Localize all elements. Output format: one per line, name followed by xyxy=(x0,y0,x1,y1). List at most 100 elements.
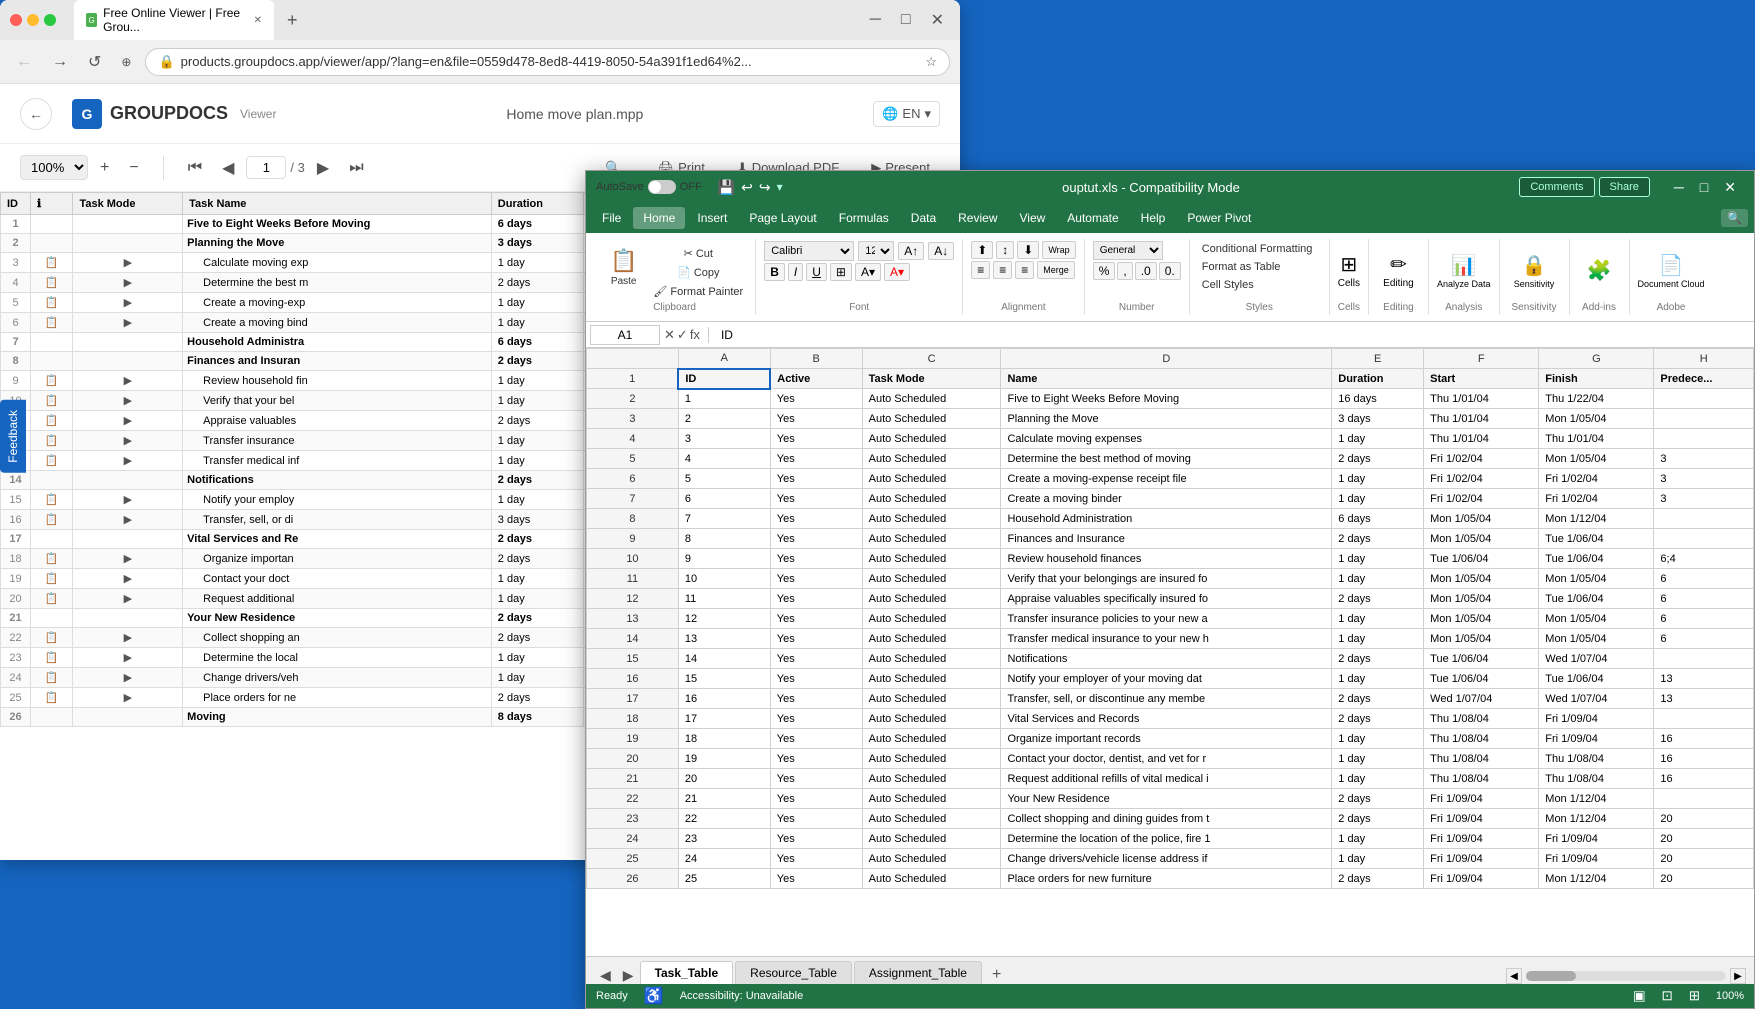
cell-B9[interactable]: Yes xyxy=(770,529,862,549)
cell-G21[interactable]: Thu 1/08/04 xyxy=(1539,769,1654,789)
cell-F14[interactable]: Mon 1/05/04 xyxy=(1424,629,1539,649)
cell-H7[interactable]: 3 xyxy=(1654,489,1754,509)
cell-E23[interactable]: 2 days xyxy=(1332,809,1424,829)
cell-A2[interactable]: 1 xyxy=(678,389,770,409)
language-selector[interactable]: 🌐 EN ▾ xyxy=(873,101,940,127)
customize-qat-icon[interactable]: ▾ xyxy=(777,180,783,194)
cell-B3[interactable]: Yes xyxy=(770,409,862,429)
cell-A24[interactable]: 23 xyxy=(678,829,770,849)
cell-E3[interactable]: 3 days xyxy=(1332,409,1424,429)
format-as-table-button[interactable]: Format as Table xyxy=(1198,259,1321,275)
cell-H12[interactable]: 6 xyxy=(1654,589,1754,609)
col-header-G[interactable]: G xyxy=(1539,349,1654,369)
cell-F22[interactable]: Fri 1/09/04 xyxy=(1424,789,1539,809)
fill-color-button[interactable]: A▾ xyxy=(855,263,881,281)
cell-E8[interactable]: 6 days xyxy=(1332,509,1424,529)
cell-A22[interactable]: 21 xyxy=(678,789,770,809)
cell-E5[interactable]: 2 days xyxy=(1332,449,1424,469)
cell-D5[interactable]: Determine the best method of moving xyxy=(1001,449,1332,469)
cell-F15[interactable]: Tue 1/06/04 xyxy=(1424,649,1539,669)
cell-G24[interactable]: Fri 1/09/04 xyxy=(1539,829,1654,849)
number-format-select[interactable]: General xyxy=(1093,241,1163,260)
bookmark-icon[interactable]: ☆ xyxy=(925,54,937,70)
cell-A20[interactable]: 19 xyxy=(678,749,770,769)
bold-button[interactable]: B xyxy=(764,263,785,281)
cell-C24[interactable]: Auto Scheduled xyxy=(862,829,1001,849)
cell-H18[interactable] xyxy=(1654,709,1754,729)
cell-G12[interactable]: Tue 1/06/04 xyxy=(1539,589,1654,609)
cell-D3[interactable]: Planning the Move xyxy=(1001,409,1332,429)
cell-A6[interactable]: 5 xyxy=(678,469,770,489)
comments-button[interactable]: Comments xyxy=(1519,177,1594,197)
col-header-B[interactable]: B xyxy=(770,349,862,369)
sheet-tab-resource-table[interactable]: Resource_Table xyxy=(735,961,852,984)
horizontal-scrollbar[interactable] xyxy=(1526,971,1726,981)
cell-H26[interactable]: 20 xyxy=(1654,869,1754,889)
paste-button[interactable]: 📋 Paste xyxy=(602,241,645,293)
menu-review[interactable]: Review xyxy=(948,207,1007,229)
cell-G20[interactable]: Thu 1/08/04 xyxy=(1539,749,1654,769)
cell-A25[interactable]: 24 xyxy=(678,849,770,869)
cell-G19[interactable]: Fri 1/09/04 xyxy=(1539,729,1654,749)
cell-H22[interactable] xyxy=(1654,789,1754,809)
cell-D26[interactable]: Place orders for new furniture xyxy=(1001,869,1332,889)
left-align-button[interactable]: ≡ xyxy=(971,261,990,279)
cell-H20[interactable]: 16 xyxy=(1654,749,1754,769)
cell-H25[interactable]: 20 xyxy=(1654,849,1754,869)
underline-button[interactable]: U xyxy=(806,263,827,281)
cell-C20[interactable]: Auto Scheduled xyxy=(862,749,1001,769)
cell-A12[interactable]: 11 xyxy=(678,589,770,609)
cell-D1[interactable]: Name xyxy=(1001,369,1332,389)
cell-H19[interactable]: 16 xyxy=(1654,729,1754,749)
cell-E21[interactable]: 1 day xyxy=(1332,769,1424,789)
minimize-excel-button[interactable]: ─ xyxy=(1666,175,1692,200)
cell-A9[interactable]: 8 xyxy=(678,529,770,549)
cross-formula-icon[interactable]: ✕ xyxy=(664,327,675,343)
cell-C4[interactable]: Auto Scheduled xyxy=(862,429,1001,449)
menu-home[interactable]: Home xyxy=(633,207,685,229)
cell-C2[interactable]: Auto Scheduled xyxy=(862,389,1001,409)
cell-G8[interactable]: Mon 1/12/04 xyxy=(1539,509,1654,529)
cell-E14[interactable]: 1 day xyxy=(1332,629,1424,649)
cell-E25[interactable]: 1 day xyxy=(1332,849,1424,869)
cell-G7[interactable]: Fri 1/02/04 xyxy=(1539,489,1654,509)
cell-A21[interactable]: 20 xyxy=(678,769,770,789)
cell-F3[interactable]: Thu 1/01/04 xyxy=(1424,409,1539,429)
cell-H9[interactable] xyxy=(1654,529,1754,549)
cell-F18[interactable]: Thu 1/08/04 xyxy=(1424,709,1539,729)
cell-B12[interactable]: Yes xyxy=(770,589,862,609)
cell-G16[interactable]: Tue 1/06/04 xyxy=(1539,669,1654,689)
format-painter-button[interactable]: 🖌 Format Painter xyxy=(649,283,747,300)
cell-C8[interactable]: Auto Scheduled xyxy=(862,509,1001,529)
cell-F6[interactable]: Fri 1/02/04 xyxy=(1424,469,1539,489)
cell-B19[interactable]: Yes xyxy=(770,729,862,749)
cell-E24[interactable]: 1 day xyxy=(1332,829,1424,849)
cell-H5[interactable]: 3 xyxy=(1654,449,1754,469)
cell-F23[interactable]: Fri 1/09/04 xyxy=(1424,809,1539,829)
sheet-tab-task-table[interactable]: Task_Table xyxy=(640,961,734,984)
cell-C22[interactable]: Auto Scheduled xyxy=(862,789,1001,809)
cell-B5[interactable]: Yes xyxy=(770,449,862,469)
cell-H1[interactable]: Predece... xyxy=(1654,369,1754,389)
cell-B17[interactable]: Yes xyxy=(770,689,862,709)
zoom-out-button[interactable]: − xyxy=(121,155,146,181)
col-header-F[interactable]: F xyxy=(1424,349,1539,369)
cell-B23[interactable]: Yes xyxy=(770,809,862,829)
cell-G14[interactable]: Mon 1/05/04 xyxy=(1539,629,1654,649)
cell-E1[interactable]: Duration xyxy=(1332,369,1424,389)
page-number-input[interactable] xyxy=(246,156,286,179)
cell-B25[interactable]: Yes xyxy=(770,849,862,869)
cell-E16[interactable]: 1 day xyxy=(1332,669,1424,689)
cell-D11[interactable]: Verify that your belongings are insured … xyxy=(1001,569,1332,589)
font-grow-button[interactable]: A↑ xyxy=(898,242,924,260)
cell-F2[interactable]: Thu 1/01/04 xyxy=(1424,389,1539,409)
menu-insert[interactable]: Insert xyxy=(687,207,737,229)
right-align-button[interactable]: ≡ xyxy=(1015,261,1034,279)
cell-G10[interactable]: Tue 1/06/04 xyxy=(1539,549,1654,569)
cell-H2[interactable] xyxy=(1654,389,1754,409)
cell-G4[interactable]: Thu 1/01/04 xyxy=(1539,429,1654,449)
col-header-D[interactable]: D xyxy=(1001,349,1332,369)
cell-H6[interactable]: 3 xyxy=(1654,469,1754,489)
cell-A15[interactable]: 14 xyxy=(678,649,770,669)
cell-B16[interactable]: Yes xyxy=(770,669,862,689)
